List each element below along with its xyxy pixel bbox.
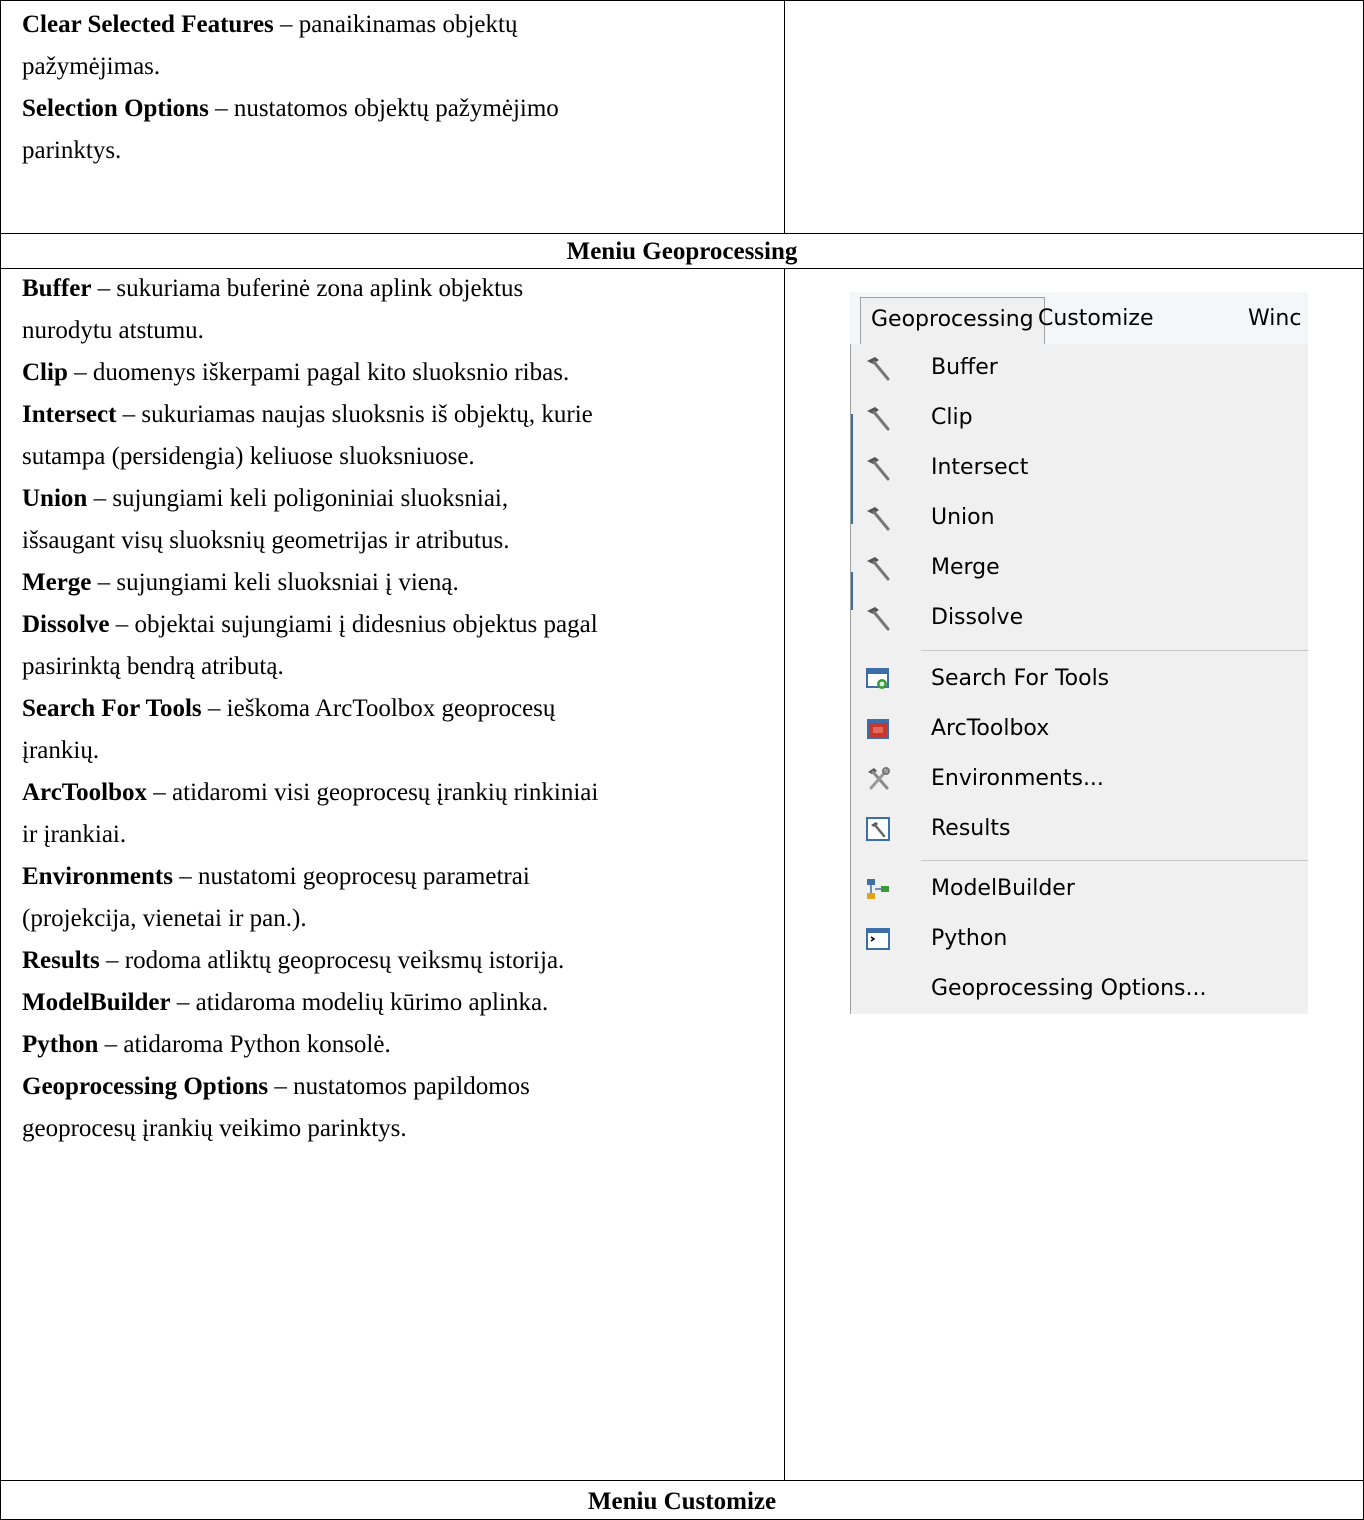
- menu-geoprocessing[interactable]: Geoprocessing: [860, 297, 1045, 344]
- document-table: Clear Selected Features – panaikinamas o…: [0, 0, 1364, 1520]
- text-line: Environments – nustatomi geoprocesų para…: [22, 863, 530, 890]
- text-line: pažymėjimas.: [22, 53, 161, 80]
- menu-item-union[interactable]: Union: [851, 494, 1308, 544]
- section-heading-geoprocessing: Meniu Geoprocessing: [566, 238, 798, 265]
- text-line: Results – rodoma atliktų geoprocesų veik…: [22, 947, 565, 974]
- menu-separator: [921, 650, 1308, 651]
- geoprocessing-descriptions: Buffer – sukuriama buferinė zona aplink …: [22, 268, 782, 1150]
- text-line: Selection Options – nustatomos objektų p…: [22, 95, 559, 122]
- results-icon: [866, 817, 890, 841]
- python-window-icon: [866, 928, 890, 950]
- menu-item-intersect[interactable]: Intersect: [851, 444, 1308, 494]
- text-line: pasirinktą bendrą atributą.: [22, 653, 284, 680]
- text-line: parinktys.: [22, 137, 122, 164]
- menu-item-label: Clip: [931, 405, 973, 430]
- menu-bar: Geoprocessing Customize Winc: [850, 292, 1308, 344]
- hammer-icon: [867, 357, 890, 381]
- text-line: nurodytu atstumu.: [22, 317, 204, 344]
- menu-separator: [921, 860, 1308, 861]
- text-line: Search For Tools – ieškoma ArcToolbox ge…: [22, 695, 556, 722]
- section-heading-customize: Meniu Customize: [587, 1488, 777, 1515]
- table-border: [0, 1480, 1364, 1481]
- menu-item-merge[interactable]: Merge: [851, 544, 1308, 594]
- menu-item-environments[interactable]: Environments...: [851, 755, 1308, 805]
- hammer-icon: [867, 607, 890, 631]
- menu-windows[interactable]: Winc: [1248, 306, 1301, 331]
- menu-item-modelbuilder[interactable]: ModelBuilder: [851, 865, 1308, 915]
- hammer-icon: [867, 507, 890, 531]
- menu-item-label: ArcToolbox: [931, 716, 1050, 741]
- search-window-icon: [866, 668, 889, 689]
- menu-item-label: Results: [931, 816, 1011, 841]
- hammer-icon: [867, 457, 890, 481]
- menu-customize[interactable]: Customize: [1038, 306, 1153, 331]
- geoprocessing-dropdown: Buffer Clip Intersect Union Merge Dissol…: [850, 344, 1308, 1014]
- text-line: Buffer – sukuriama buferinė zona aplink …: [22, 275, 524, 302]
- selection-descriptions: Clear Selected Features – panaikinamas o…: [22, 4, 782, 172]
- geoprocessing-menu-screenshot: Geoprocessing Customize Winc Buffer Clip…: [850, 292, 1308, 1014]
- menu-item-geoprocessing-options[interactable]: Geoprocessing Options...: [851, 965, 1308, 1014]
- text-line: Union – sujungiami keli poligoniniai slu…: [22, 485, 509, 512]
- menu-item-label: Merge: [931, 555, 1000, 580]
- menu-item-label: Environments...: [931, 766, 1104, 791]
- menu-item-results[interactable]: Results: [851, 805, 1308, 855]
- column-divider: [784, 268, 785, 1481]
- menu-item-label: Search For Tools: [931, 666, 1110, 691]
- menu-item-arctoolbox[interactable]: ArcToolbox: [851, 705, 1308, 755]
- toolbox-icon: [867, 719, 889, 739]
- hammer-icon: [867, 557, 890, 581]
- menu-item-label: ModelBuilder: [931, 876, 1075, 901]
- table-border-left: [0, 0, 1, 1520]
- menu-item-label: Buffer: [931, 355, 998, 380]
- menu-item-search-for-tools[interactable]: Search For Tools: [851, 655, 1308, 705]
- text-line: Clear Selected Features – panaikinamas o…: [22, 11, 518, 38]
- text-line: Intersect – sukuriamas naujas sluoksnis …: [22, 401, 593, 428]
- menu-item-clip[interactable]: Clip: [851, 394, 1308, 444]
- menu-item-dissolve[interactable]: Dissolve: [851, 594, 1308, 644]
- menu-item-buffer[interactable]: Buffer: [851, 344, 1308, 394]
- menu-item-label: Dissolve: [931, 605, 1024, 630]
- hammer-icon: [867, 407, 890, 431]
- text-line: išsaugant visų sluoksnių geometrijas ir …: [22, 527, 510, 554]
- menu-item-label: Python: [931, 926, 1008, 951]
- column-divider: [784, 0, 785, 234]
- text-line: (projekcija, vienetai ir pan.).: [22, 905, 307, 932]
- text-line: Clip – duomenys iškerpami pagal kito slu…: [22, 359, 570, 386]
- text-line: Merge – sujungiami keli sluoksniai į vie…: [22, 569, 459, 596]
- menu-item-label: Intersect: [931, 455, 1029, 480]
- text-line: ir įrankiai.: [22, 821, 127, 848]
- table-border-top: [0, 0, 1364, 1]
- text-line: įrankių.: [22, 737, 100, 764]
- tools-icon: [868, 767, 890, 790]
- menu-item-label: Union: [931, 505, 995, 530]
- modelbuilder-icon: [867, 879, 889, 899]
- text-line: Python – atidaroma Python konsolė.: [22, 1031, 391, 1058]
- text-line: ModelBuilder – atidaroma modelių kūrimo …: [22, 989, 549, 1016]
- table-border: [0, 233, 1364, 234]
- text-line: Dissolve – objektai sujungiami į didesni…: [22, 611, 598, 638]
- text-line: ArcToolbox – atidaromi visi geoprocesų į…: [22, 779, 599, 806]
- text-line: geoprocesų įrankių veikimo parinktys.: [22, 1115, 407, 1142]
- text-line: sutampa (persidengia) keliuose sluoksniu…: [22, 443, 475, 470]
- menu-item-label: Geoprocessing Options...: [931, 976, 1207, 1001]
- text-line: Geoprocessing Options – nustatomos papil…: [22, 1073, 530, 1100]
- menu-item-python[interactable]: Python: [851, 915, 1308, 965]
